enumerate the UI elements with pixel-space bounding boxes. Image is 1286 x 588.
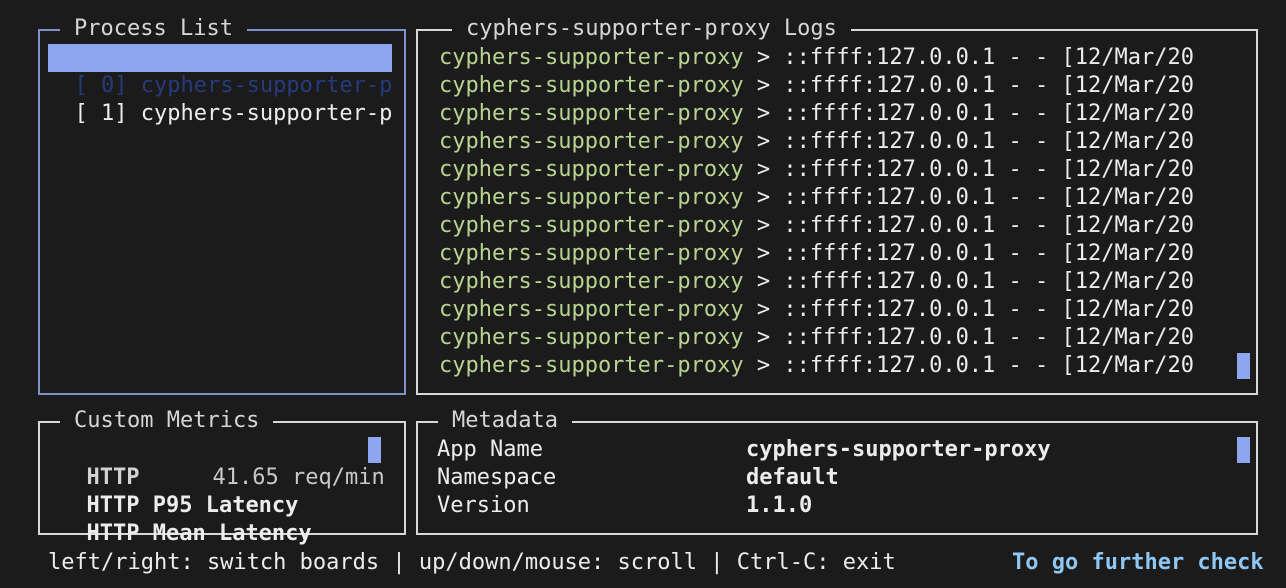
log-source: cyphers-supporter-proxy <box>439 269 744 294</box>
metadata-value: cyphers-supporter-proxy <box>746 437 1051 462</box>
process-item-0[interactable]: [ 0] cyphers-supporter-p <box>48 44 393 98</box>
log-message: > ::ffff:127.0.0.1 - - [12/Mar/20 <box>743 157 1194 182</box>
log-message: > ::ffff:127.0.0.1 - - [12/Mar/20 <box>743 297 1194 322</box>
log-line: cyphers-supporter-proxy > ::ffff:127.0.0… <box>439 352 1194 380</box>
log-line: cyphers-supporter-proxy > ::ffff:127.0.0… <box>439 324 1194 352</box>
metric-row: HTTP <box>60 436 140 490</box>
log-source: cyphers-supporter-proxy <box>439 353 744 378</box>
log-line: cyphers-supporter-proxy > ::ffff:127.0.0… <box>439 156 1194 184</box>
log-source: cyphers-supporter-proxy <box>439 185 744 210</box>
log-message: > ::ffff:127.0.0.1 - - [12/Mar/20 <box>743 129 1194 154</box>
custom-metrics-title: Custom Metrics <box>60 408 274 434</box>
log-source: cyphers-supporter-proxy <box>439 325 744 350</box>
log-source: cyphers-supporter-proxy <box>439 297 744 322</box>
log-line: cyphers-supporter-proxy > ::ffff:127.0.0… <box>439 212 1194 240</box>
log-message: > ::ffff:127.0.0.1 - - [12/Mar/20 <box>743 325 1194 350</box>
log-line: cyphers-supporter-proxy > ::ffff:127.0.0… <box>439 296 1194 324</box>
log-line: cyphers-supporter-proxy > ::ffff:127.0.0… <box>439 268 1194 296</box>
log-line: cyphers-supporter-proxy > ::ffff:127.0.0… <box>439 72 1194 100</box>
log-source: cyphers-supporter-proxy <box>439 45 744 70</box>
log-message: > ::ffff:127.0.0.1 - - [12/Mar/20 <box>743 241 1194 266</box>
metric-name: HTTP Mean Latency <box>86 521 312 546</box>
log-source: cyphers-supporter-proxy <box>439 157 744 182</box>
log-message: > ::ffff:127.0.0.1 - - [12/Mar/20 <box>743 353 1194 378</box>
metric-value: 41.65 req/min <box>212 465 385 490</box>
log-line: cyphers-supporter-proxy > ::ffff:127.0.0… <box>439 44 1194 72</box>
process-list-title: Process List <box>60 16 247 42</box>
metadata-key: Version <box>437 493 530 518</box>
metric-row: HTTP Mean Latency <box>60 492 312 546</box>
log-line: cyphers-supporter-proxy > ::ffff:127.0.0… <box>439 128 1194 156</box>
metadata-value: 1.1.0 <box>746 493 813 518</box>
logs-title: cyphers-supporter-proxy Logs <box>452 16 851 42</box>
metadata-scroll-cursor[interactable] <box>1237 437 1250 463</box>
metric-row: HTTP P95 Latency <box>60 464 299 518</box>
process-item-label: [ 1] cyphers-supporter-p <box>74 101 393 126</box>
log-line: cyphers-supporter-proxy > ::ffff:127.0.0… <box>439 240 1194 268</box>
metadata-value: default <box>746 465 839 490</box>
log-message: > ::ffff:127.0.0.1 - - [12/Mar/20 <box>743 45 1194 70</box>
log-source: cyphers-supporter-proxy <box>439 241 744 266</box>
process-item-1[interactable]: [ 1] cyphers-supporter-p <box>48 72 393 126</box>
keyboard-help: left/right: switch boards | up/down/mous… <box>48 550 896 575</box>
log-line: cyphers-supporter-proxy > ::ffff:127.0.0… <box>439 100 1194 128</box>
metadata-key: App Name <box>437 437 543 462</box>
log-line: cyphers-supporter-proxy > ::ffff:127.0.0… <box>439 184 1194 212</box>
log-message: > ::ffff:127.0.0.1 - - [12/Mar/20 <box>743 73 1194 98</box>
metrics-scroll-cursor[interactable] <box>368 437 381 463</box>
metadata-title: Metadata <box>438 408 572 434</box>
log-source: cyphers-supporter-proxy <box>439 73 744 98</box>
further-info-link[interactable]: To go further check <box>1012 549 1264 577</box>
log-source: cyphers-supporter-proxy <box>439 101 744 126</box>
metadata-key: Namespace <box>437 465 557 490</box>
log-message: > ::ffff:127.0.0.1 - - [12/Mar/20 <box>743 185 1194 210</box>
log-source: cyphers-supporter-proxy <box>439 213 744 238</box>
logs-scroll-cursor[interactable] <box>1237 353 1250 379</box>
log-message: > ::ffff:127.0.0.1 - - [12/Mar/20 <box>743 213 1194 238</box>
log-message: > ::ffff:127.0.0.1 - - [12/Mar/20 <box>743 101 1194 126</box>
log-source: cyphers-supporter-proxy <box>439 129 744 154</box>
log-message: > ::ffff:127.0.0.1 - - [12/Mar/20 <box>743 269 1194 294</box>
